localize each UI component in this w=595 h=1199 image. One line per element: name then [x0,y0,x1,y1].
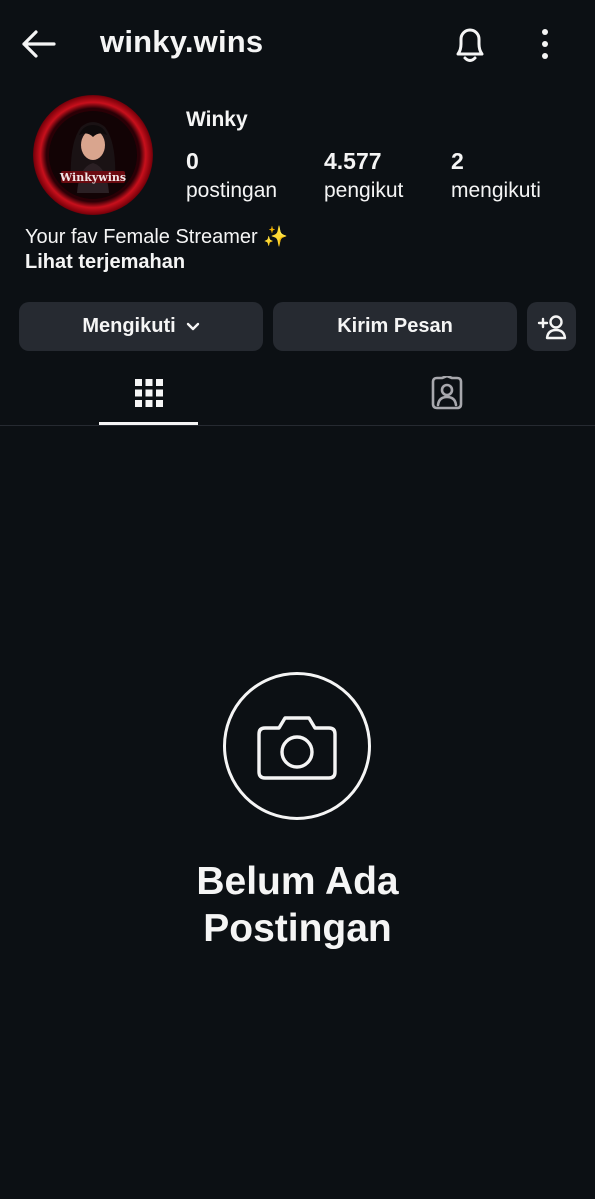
stat-posts[interactable]: 0 postingan [186,146,277,206]
tabs-divider [0,425,595,426]
top-bar: winky.wins [0,0,595,88]
avatar-image: Winkywins [49,111,137,199]
tagged-person-icon [431,376,462,410]
avatar-logo-text: Winkywins [59,171,126,184]
bell-icon [456,28,484,62]
profile-bio: Your fav Female Streamer ✨ [25,226,289,248]
send-message-button[interactable]: Kirim Pesan [273,302,517,351]
more-options-button[interactable] [528,24,562,64]
profile-avatar[interactable]: Winkywins [33,95,153,215]
following-button-label: Mengikuti [82,315,176,337]
stat-followers[interactable]: 4.577 pengikut [324,146,403,206]
tab-posts-grid[interactable] [99,360,198,426]
tab-tagged[interactable] [397,360,496,426]
more-vertical-icon [542,29,548,59]
grid-icon [134,379,163,407]
stat-following-label: mengikuti [451,179,541,202]
add-user-button[interactable] [527,302,576,351]
stat-posts-value: 0 [186,148,199,174]
stat-followers-value: 4.577 [324,148,382,174]
arrow-left-icon [22,30,56,58]
empty-state-title: Belum Ada Postingan [196,860,399,950]
see-translation-link[interactable]: Lihat terjemahan [25,251,185,274]
following-button[interactable]: Mengikuti [19,302,263,351]
stat-following[interactable]: 2 mengikuti [451,146,541,206]
empty-state-camera [223,672,371,820]
stat-followers-label: pengikut [324,179,404,202]
chevron-down-icon [186,315,200,338]
stat-posts-label: postingan [186,179,278,202]
notifications-button[interactable] [450,22,490,66]
camera-icon [257,716,337,780]
send-message-label: Kirim Pesan [337,315,453,337]
add-user-icon [537,314,566,339]
stat-following-value: 2 [451,148,464,174]
display-name: Winky [186,108,248,131]
profile-username[interactable]: winky.wins [100,24,263,60]
back-button[interactable] [18,24,58,64]
